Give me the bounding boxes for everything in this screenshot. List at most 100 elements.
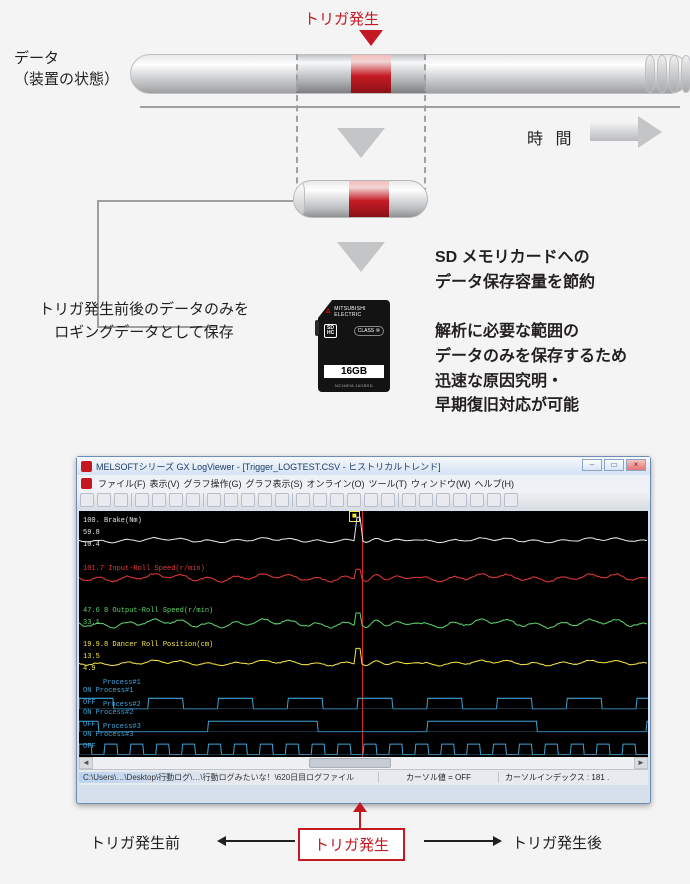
toolbar-button[interactable]	[296, 493, 310, 507]
menu-view[interactable]: 表示(V)	[150, 477, 180, 490]
menu-graphop[interactable]: グラフ操作(G)	[184, 477, 242, 490]
trace-name: Process#3	[103, 723, 141, 731]
cyl-endcap-icon	[669, 55, 679, 93]
window-title: MELSOFTシリーズ GX LogViewer - [Trigger_LOGT…	[96, 460, 441, 473]
scroll-thumb[interactable]	[309, 758, 390, 768]
data-cylinder-full	[130, 54, 690, 94]
plot-traces	[79, 511, 648, 767]
trace-label: 4.9	[83, 665, 96, 673]
caption-benefit-1: SD メモリカードへの データ保存容量を節約	[435, 246, 685, 296]
text: データ保存容量を節約	[435, 274, 595, 291]
toolbar-button[interactable]	[330, 493, 344, 507]
text: 早期復旧対応が可能	[435, 397, 579, 414]
text: ロギングデータとして保存	[54, 324, 234, 341]
menu-graphdisp[interactable]: グラフ表示(S)	[246, 477, 303, 490]
toolbar-button[interactable]	[275, 493, 289, 507]
window-titlebar[interactable]: MELSOFTシリーズ GX LogViewer - [Trigger_LOGT…	[77, 457, 650, 475]
data-axis-label: データ （装置の状態）	[14, 48, 119, 90]
cyl-endcap-icon	[645, 55, 655, 93]
mitsubishi-logo-icon	[324, 307, 332, 317]
trace-label: OFF	[83, 743, 96, 751]
time-axis-line	[140, 106, 680, 108]
trace-name: Process#1	[103, 679, 141, 687]
toolbar-button[interactable]	[381, 493, 395, 507]
trace-label: 47.6 8 Output-Roll Speed(r/min)	[83, 607, 213, 615]
time-arrow-icon	[590, 116, 670, 146]
trace-label: 13.5	[83, 653, 100, 661]
trace-label: 100. Brake(Nm)	[83, 517, 142, 525]
down-arrow-icon	[337, 128, 385, 158]
trace-label: 33.1	[83, 619, 100, 627]
trend-plot[interactable]: ■ 100. Brake(Nm)59.810.4101.7 Input-Roll…	[79, 511, 648, 767]
label-after-trigger: トリガ発生後	[512, 832, 602, 853]
toolbar-button[interactable]	[258, 493, 272, 507]
label-before-trigger: トリガ発生前	[90, 832, 180, 853]
menu-help[interactable]: ヘルプ(H)	[475, 477, 515, 490]
app-icon	[81, 461, 92, 472]
scroll-right-button[interactable]: ►	[634, 757, 648, 769]
scroll-track[interactable]	[93, 757, 634, 769]
cyl-endcap-icon	[681, 55, 690, 93]
separator	[203, 493, 204, 507]
text: 解析に必要な範囲の	[435, 323, 579, 340]
separator	[292, 493, 293, 507]
sd-card-icon: MITSUBISHI ELECTRIC SD HC CLASS ⑩ 16GB N…	[318, 300, 390, 392]
text: トリガ発生前後のデータのみを	[39, 301, 249, 318]
toolbar-button[interactable]	[402, 493, 416, 507]
toolbar-button[interactable]	[487, 493, 501, 507]
menu-tool[interactable]: ツール(T)	[369, 477, 408, 490]
sdhc-logo-icon: SD HC	[324, 324, 337, 338]
cyl-endcap-icon	[657, 55, 667, 93]
toolbar-button[interactable]	[313, 493, 327, 507]
sd-class: CLASS ⑩	[354, 326, 384, 336]
connector-line	[359, 806, 361, 828]
toolbar-button[interactable]	[169, 493, 183, 507]
sd-partno: NZ1MEM-16GBSD	[324, 383, 384, 388]
trace-label: OFF	[83, 721, 96, 729]
toolbar-button[interactable]	[152, 493, 166, 507]
connector-line	[97, 200, 293, 202]
bottom-annotation: トリガ発生前 トリガ発生 トリガ発生後	[0, 816, 690, 876]
toolbar-button[interactable]	[419, 493, 433, 507]
trigger-marker-icon	[359, 30, 383, 46]
minimize-button[interactable]: –	[582, 459, 602, 471]
toolbar-button[interactable]	[241, 493, 255, 507]
toolbar-button[interactable]	[347, 493, 361, 507]
trigger-label: トリガ発生	[304, 8, 379, 29]
menu-bar: ファイル(F) 表示(V) グラフ操作(G) グラフ表示(S) オンライン(O)…	[77, 475, 650, 491]
toolbar-button[interactable]	[80, 493, 94, 507]
text: データ	[14, 50, 59, 67]
scroll-left-button[interactable]: ◄	[79, 757, 93, 769]
toolbar-button[interactable]	[436, 493, 450, 507]
separator	[131, 493, 132, 507]
logviewer-window: MELSOFTシリーズ GX LogViewer - [Trigger_LOGT…	[76, 456, 651, 804]
label-trigger-box: トリガ発生	[298, 828, 405, 861]
toolbar-button[interactable]	[224, 493, 238, 507]
sd-brand: MITSUBISHI ELECTRIC	[324, 306, 384, 318]
toolbar-button[interactable]	[114, 493, 128, 507]
text: （装置の状態）	[14, 71, 119, 88]
toolbar-button[interactable]	[364, 493, 378, 507]
menu-online[interactable]: オンライン(O)	[307, 477, 365, 490]
text: MITSUBISHI ELECTRIC	[334, 306, 384, 318]
toolbar-button[interactable]	[504, 493, 518, 507]
text: データのみを保存するため	[435, 348, 627, 365]
toolbar-button[interactable]	[97, 493, 111, 507]
toolbar-button[interactable]	[207, 493, 221, 507]
horizontal-scrollbar[interactable]: ◄ ►	[79, 757, 648, 769]
status-bar: C:\Users\…\Desktop\行動ログ\…\行動ログみたいな！\620日…	[79, 769, 648, 785]
text: SD メモリカードへの	[435, 249, 590, 266]
menu-file[interactable]: ファイル(F)	[98, 477, 146, 490]
trace-name: Process#2	[103, 701, 141, 709]
toolbar-button[interactable]	[453, 493, 467, 507]
toolbar-button[interactable]	[135, 493, 149, 507]
maximize-button[interactable]: ▭	[604, 459, 624, 471]
trace-label: 59.8	[83, 529, 100, 537]
toolbar-button[interactable]	[186, 493, 200, 507]
toolbar-button[interactable]	[470, 493, 484, 507]
trace-label: 19.9.8 Dancer Roll Position(cm)	[83, 641, 213, 649]
caption-save: トリガ発生前後のデータのみを ロギングデータとして保存	[4, 298, 284, 345]
menu-window[interactable]: ウィンドウ(W)	[411, 477, 471, 490]
close-button[interactable]: ×	[626, 459, 646, 471]
sd-capacity: 16GB	[324, 365, 384, 378]
